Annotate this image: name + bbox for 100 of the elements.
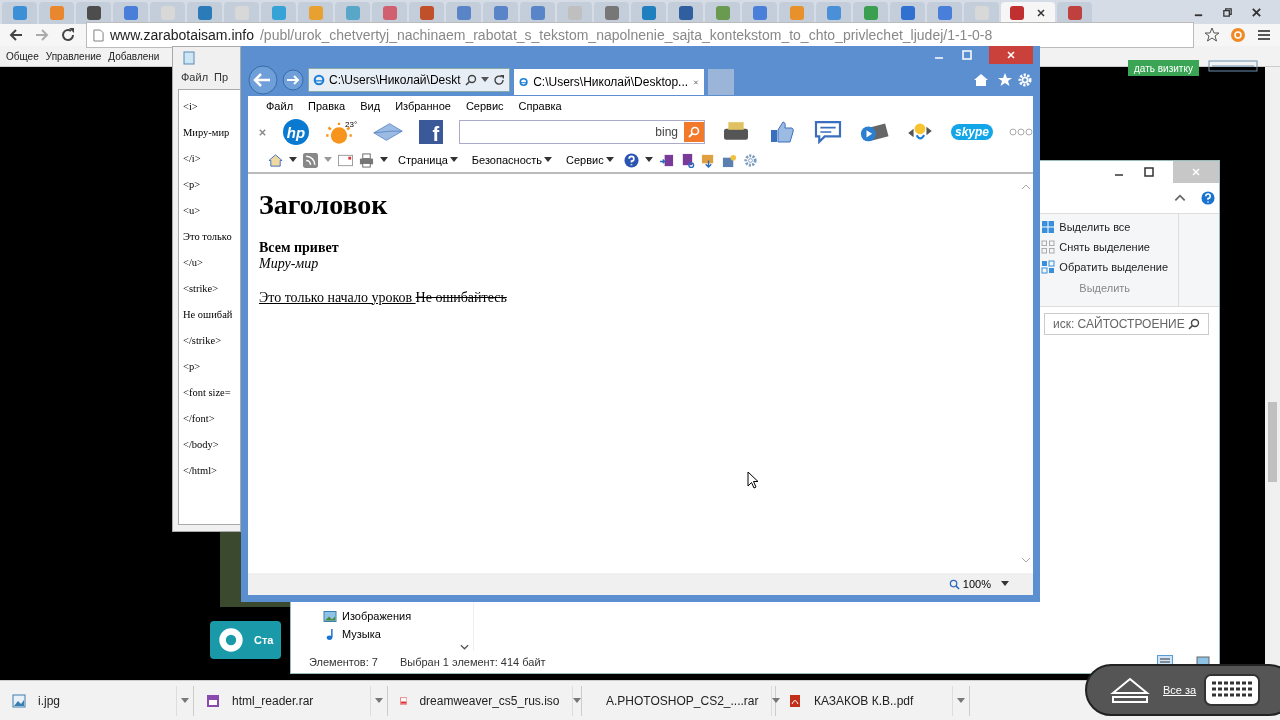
- browser-tab[interactable]: [113, 2, 148, 24]
- download-item[interactable]: КАЗАКОВ К.В..pdf: [780, 686, 970, 716]
- settings-icon[interactable]: [1017, 72, 1033, 88]
- facebook-logo[interactable]: f: [419, 120, 444, 144]
- dropdown-arrow-icon[interactable]: [1001, 581, 1009, 587]
- command-menu[interactable]: Страница: [398, 154, 458, 166]
- text-area[interactable]: <i> Миру-мир </i> <p> <u> Это только </u> <strike> Не ошибай </strike> <p> <font size= </font> </body> </html>: [178, 89, 240, 525]
- bookmark-folder[interactable]: Добавлени: [108, 50, 160, 62]
- research-icon[interactable]: [700, 152, 716, 168]
- dropdown-arrow-icon[interactable]: [380, 157, 388, 163]
- download-item[interactable]: html_reader.rar: [198, 686, 388, 716]
- menu-item[interactable]: Файл: [266, 100, 294, 112]
- browser-tab[interactable]: C:\Users\Николай\Desktop...: [514, 69, 704, 95]
- printer-icon[interactable]: [359, 152, 374, 168]
- bookmark-folder[interactable]: Общее: [6, 50, 39, 62]
- dropdown-arrow-icon[interactable]: [289, 157, 297, 163]
- zoom-control[interactable]: 100%: [948, 578, 991, 590]
- browser-tab[interactable]: [1057, 2, 1092, 24]
- menu-icon[interactable]: [1256, 27, 1272, 43]
- status-text: Выбран 1 элемент: 414 байт: [399, 656, 546, 668]
- download-item[interactable]: i.jpg: [4, 686, 194, 716]
- search-button[interactable]: [684, 122, 705, 142]
- scroll-up-icon[interactable]: [1021, 184, 1031, 190]
- menu-item[interactable]: Пр: [214, 71, 229, 83]
- mail-icon[interactable]: [338, 152, 353, 168]
- ribbon-button[interactable]: Снять выделение: [1041, 240, 1168, 254]
- browser-tab[interactable]: [927, 2, 962, 24]
- close-button[interactable]: [989, 46, 1033, 64]
- search-engine-label: bing: [655, 125, 679, 139]
- folder-item[interactable]: Изображения: [323, 607, 473, 625]
- settings-icon[interactable]: [742, 152, 758, 168]
- code-line: </body>: [183, 438, 220, 451]
- browser-tab[interactable]: [76, 2, 111, 24]
- toolbox-icon[interactable]: [721, 152, 737, 168]
- maximize-icon[interactable]: [1143, 166, 1155, 178]
- show-all-link[interactable]: Все за: [1163, 684, 1197, 696]
- browser-tab[interactable]: [890, 2, 925, 24]
- close-icon[interactable]: [1251, 6, 1262, 18]
- chat-bubble-icon[interactable]: [813, 120, 843, 144]
- extension-icon[interactable]: [1230, 27, 1246, 43]
- menu-item[interactable]: Правка: [308, 100, 346, 112]
- browser-tab[interactable]: [520, 2, 555, 24]
- forward-arrow-icon[interactable]: [34, 27, 50, 43]
- ribbon-button[interactable]: Выделить все: [1041, 220, 1168, 234]
- slider-icon[interactable]: [1208, 60, 1258, 72]
- browser-tab[interactable]: [409, 2, 444, 24]
- browser-tab[interactable]: [372, 2, 407, 24]
- weather-button[interactable]: 23°: [325, 120, 358, 144]
- download-item[interactable]: dreamweaver_cs5_rus.iso: [392, 686, 582, 716]
- more-icon[interactable]: [1009, 128, 1033, 136]
- dropdown-arrow-icon[interactable]: [481, 77, 489, 83]
- hp-logo[interactable]: hp: [283, 119, 309, 145]
- menu-item[interactable]: Файл: [181, 71, 209, 83]
- star-icon[interactable]: [1204, 27, 1220, 43]
- command-menu[interactable]: Сервис: [566, 154, 614, 166]
- forward-button-icon[interactable]: [282, 69, 304, 91]
- browser-tab[interactable]: [187, 2, 222, 24]
- address-bar[interactable]: www.zarabotaisam.info /publ/urok_chetvertyj_nachinaem_rabotat_s_tekstom_napolnenie_sajta_kontekstom_to_chto_privlechet_ljudej/1-1-0-8: [86, 22, 1194, 48]
- command-menu[interactable]: Безопасность: [471, 154, 553, 166]
- ribbon-button[interactable]: Обратить выделение: [1041, 260, 1168, 274]
- menu-item[interactable]: Сервис: [465, 100, 504, 112]
- back-arrow-icon[interactable]: [8, 27, 24, 43]
- browser-tab[interactable]: [483, 2, 518, 24]
- browser-tab[interactable]: [446, 2, 481, 24]
- code-line: Не ошибай: [183, 308, 234, 321]
- help-icon[interactable]: [1201, 191, 1215, 205]
- search-field[interactable]: иск: САЙТОСТРОЕНИЕ: [1044, 313, 1209, 335]
- address-bar[interactable]: C:\Users\Николай\Deskt: [308, 68, 510, 92]
- code-line: </html>: [183, 464, 218, 477]
- scroll-down-icon[interactable]: [460, 643, 469, 651]
- feed-icon[interactable]: [303, 152, 318, 168]
- browser-tab[interactable]: [668, 2, 703, 24]
- reload-icon[interactable]: [60, 27, 76, 43]
- home-icon[interactable]: [973, 72, 989, 88]
- menu-item[interactable]: Избранное: [395, 100, 451, 112]
- search-field[interactable]: bing: [459, 120, 706, 144]
- code-line: </i>: [183, 152, 202, 165]
- menu-item[interactable]: Вид: [360, 100, 381, 112]
- browser-tab[interactable]: [1001, 2, 1055, 24]
- browser-tab[interactable]: [631, 2, 666, 24]
- refresh-icon[interactable]: [493, 74, 505, 86]
- menu-item[interactable]: Справка: [518, 100, 562, 112]
- restore-icon[interactable]: [1222, 6, 1233, 18]
- home-icon[interactable]: [268, 152, 283, 168]
- formatted-sentence: Это только начало уроков Не ошибайтесь: [259, 289, 508, 306]
- code-line: Миру-мир: [183, 126, 231, 139]
- browser-tab[interactable]: [742, 2, 777, 24]
- keyboard-icon[interactable]: [1204, 674, 1261, 706]
- search-icon[interactable]: [465, 74, 477, 86]
- help-icon[interactable]: [623, 152, 639, 168]
- bookmark-folder[interactable]: Управление: [45, 50, 102, 62]
- dropdown-arrow-icon[interactable]: [644, 157, 653, 163]
- note-send-icon[interactable]: [658, 152, 674, 168]
- back-button-icon[interactable]: [248, 65, 278, 95]
- code-line: <p>: [183, 178, 202, 191]
- folder-item[interactable]: Музыка: [323, 625, 473, 643]
- close-icon[interactable]: [1036, 8, 1046, 18]
- star-icon[interactable]: [997, 72, 1013, 88]
- envelope-icon[interactable]: [373, 120, 404, 144]
- browser-tab[interactable]: [594, 2, 629, 24]
